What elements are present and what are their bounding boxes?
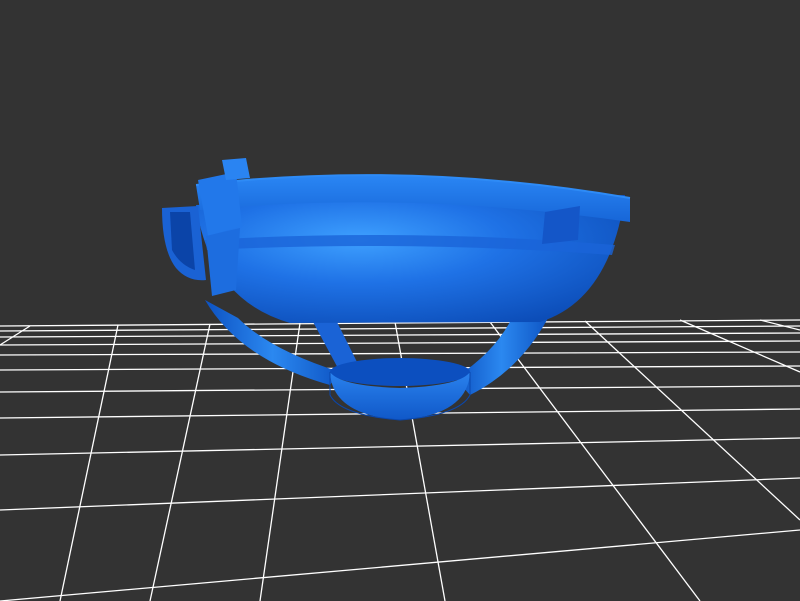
model-base-ring xyxy=(329,358,471,421)
model-right-tab xyxy=(542,206,580,244)
3d-viewport[interactable] xyxy=(0,0,800,601)
model-right-strut xyxy=(455,318,548,395)
3d-scene[interactable] xyxy=(0,0,800,601)
3d-model[interactable] xyxy=(162,158,631,421)
